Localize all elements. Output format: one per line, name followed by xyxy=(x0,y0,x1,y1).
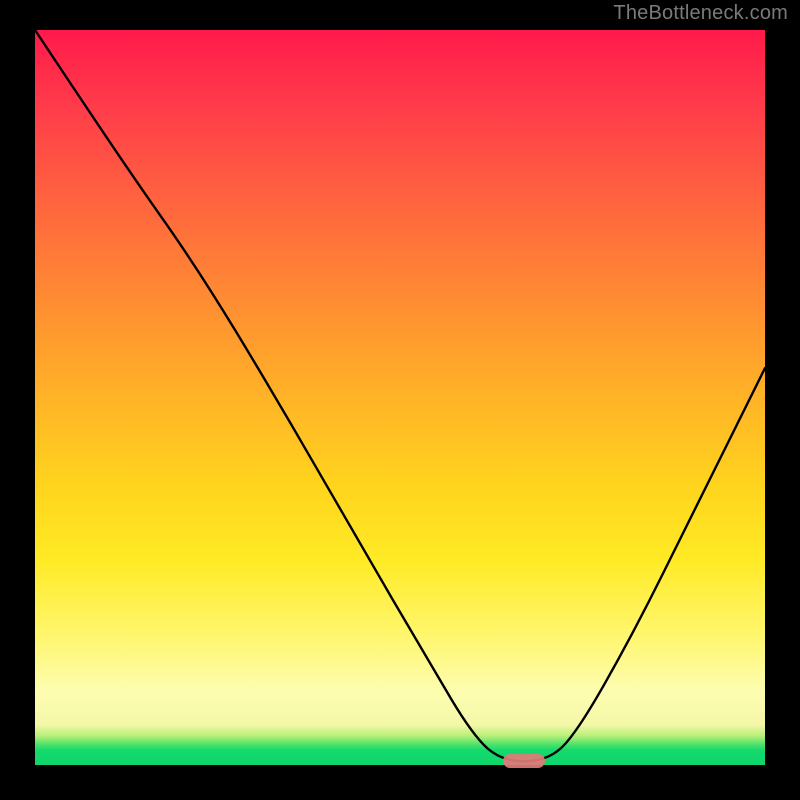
plot-area xyxy=(35,30,765,765)
optimal-marker xyxy=(503,754,545,768)
gradient-background xyxy=(35,30,765,765)
watermark-text: TheBottleneck.com xyxy=(613,2,788,25)
chart-frame: TheBottleneck.com xyxy=(0,0,800,800)
